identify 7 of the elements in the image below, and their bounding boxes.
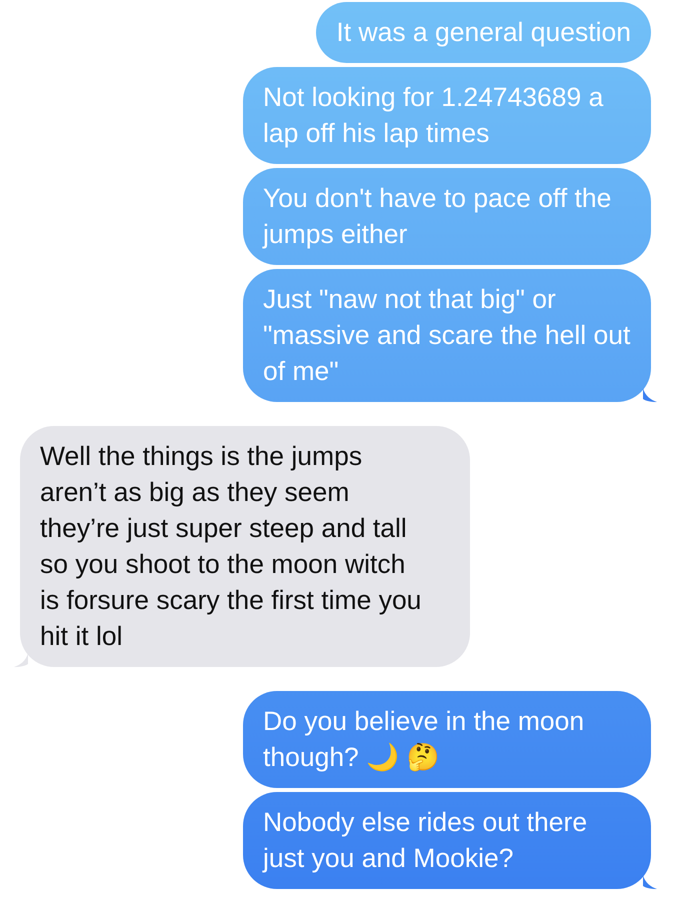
message-text: Nobody else rides out there just you and Mookie? <box>263 806 588 875</box>
message-text: Just "naw not that big" or "massive and scare the hell out of me" <box>263 283 631 388</box>
message-text: Do you believe in the moon though? 🌙 🤔 <box>263 705 586 774</box>
message-text: Not looking for 1.24743689 a lap off his lap times <box>263 81 604 150</box>
message-text: It was a general question <box>336 16 631 49</box>
message-text: Well the things is the jumps aren’t as big as they seem they’re just super steep and tall so you shoot to the moon witch is forsure scary the first time you hit it lol <box>40 440 422 653</box>
message-text: You don't have to pace off the jumps either <box>263 182 612 251</box>
